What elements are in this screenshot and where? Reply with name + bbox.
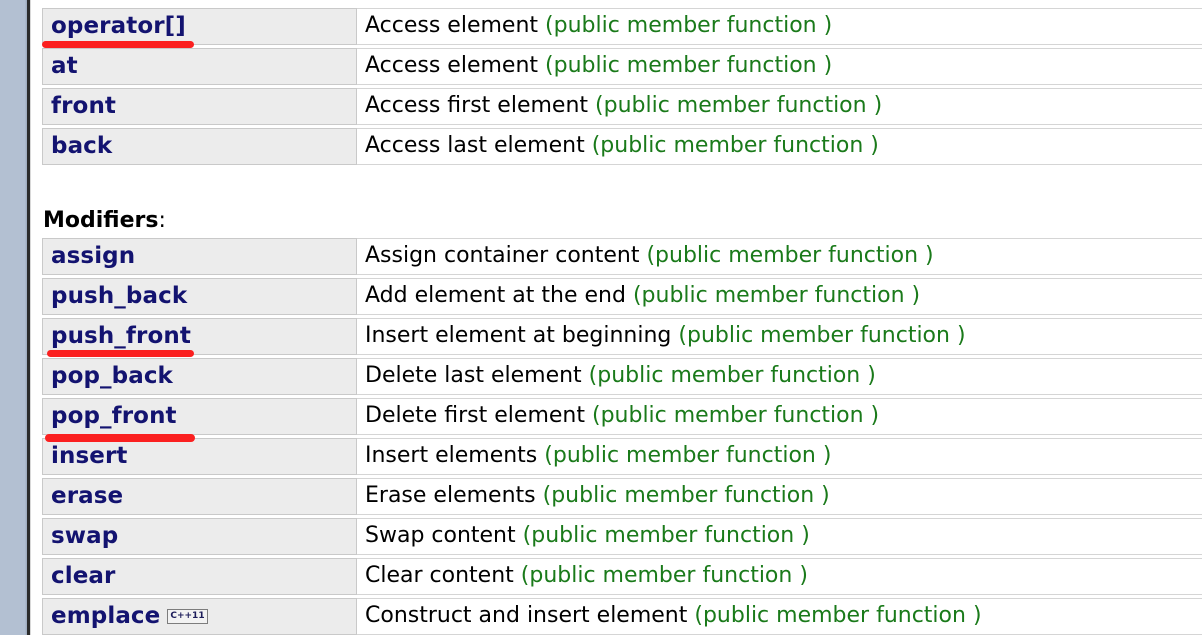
table-cell-name[interactable]: swap	[42, 518, 357, 555]
table-cell-name[interactable]: erase	[42, 478, 357, 515]
function-link[interactable]: push_front	[51, 324, 191, 348]
table-cell-name[interactable]: pop_front	[42, 398, 357, 435]
table-row[interactable]: assign Assign container content (public …	[42, 238, 1202, 275]
table-row[interactable]: pop_back Delete last element (public mem…	[42, 358, 1202, 395]
cpp11-badge: C++11	[167, 608, 208, 624]
table-cell-description: Insert element at beginning (public memb…	[357, 318, 1202, 355]
table-cell-description: Swap content (public member function )	[357, 518, 1202, 555]
table-row[interactable]: swap Swap content (public member functio…	[42, 518, 1202, 555]
function-link[interactable]: emplace	[51, 604, 160, 628]
table-cell-description: Delete first element (public member func…	[357, 398, 1202, 435]
description-text: Add element at the end	[365, 283, 626, 308]
table-cell-name[interactable]: at	[42, 48, 357, 85]
description-text: Insert elements	[365, 443, 538, 468]
description-text: Access element	[365, 53, 539, 78]
table-cell-description: Access element (public member function )	[357, 8, 1202, 45]
description-note: (public member function )	[646, 243, 934, 268]
description-text: Access element	[365, 13, 539, 38]
description-note: (public member function )	[591, 403, 880, 428]
table-cell-description: Access first element (public member func…	[357, 88, 1202, 125]
table-row[interactable]: emplace C++11 Construct and insert eleme…	[42, 598, 1202, 635]
table-cell-name[interactable]: pop_back	[42, 358, 357, 395]
description-text: Clear content	[365, 563, 514, 588]
table-row[interactable]: push_front Insert element at beginning (…	[42, 318, 1202, 355]
table-cell-description: Clear content (public member function )	[357, 558, 1202, 595]
red-underline-operator-index	[42, 41, 194, 48]
table-row[interactable]: push_back Add element at the end (public…	[42, 278, 1202, 315]
description-text: Delete last element	[365, 363, 582, 388]
section-heading-text: Modifiers	[43, 208, 159, 233]
table-cell-name[interactable]: back	[42, 128, 357, 165]
table-row[interactable]: insert Insert elements (public member fu…	[42, 438, 1202, 475]
description-text: Delete first element	[365, 403, 585, 428]
function-link[interactable]: erase	[51, 484, 123, 508]
table-row[interactable]: operator[] Access element (public member…	[42, 8, 1202, 45]
description-note: (public member function )	[542, 483, 830, 508]
description-note: (public member function )	[591, 133, 879, 158]
description-text: Access last element	[365, 133, 585, 158]
description-note: (public member function )	[520, 563, 808, 588]
description-note: (public member function )	[545, 53, 833, 78]
table-row[interactable]: erase Erase elements (public member func…	[42, 478, 1202, 515]
description-text: Insert element at beginning	[365, 323, 672, 348]
member-function-table-modifiers: assign Assign container content (public …	[42, 238, 1202, 635]
table-cell-name[interactable]: push_back	[42, 278, 357, 315]
table-cell-name[interactable]: front	[42, 88, 357, 125]
document-content: operator[] Access element (public member…	[31, 0, 1202, 635]
table-cell-description: Erase elements (public member function )	[357, 478, 1202, 515]
red-underline-push-front	[47, 350, 194, 357]
section-heading-colon: :	[158, 208, 166, 233]
description-note: (public member function )	[588, 363, 876, 388]
table-cell-description: Delete last element (public member funct…	[357, 358, 1202, 395]
function-link[interactable]: front	[51, 94, 116, 118]
function-link[interactable]: insert	[51, 444, 127, 468]
table-row[interactable]: at Access element (public member functio…	[42, 48, 1202, 85]
table-cell-name[interactable]: assign	[42, 238, 357, 275]
page-root: operator[] Access element (public member…	[0, 0, 1202, 635]
table-cell-description: Construct and insert element (public mem…	[357, 598, 1202, 635]
table-cell-description: Access last element (public member funct…	[357, 128, 1202, 165]
table-row[interactable]: front Access first element (public membe…	[42, 88, 1202, 125]
function-link[interactable]: pop_back	[51, 364, 173, 388]
description-note: (public member function )	[544, 443, 832, 468]
description-text: Assign container content	[365, 243, 640, 268]
table-row[interactable]: back Access last element (public member …	[42, 128, 1202, 165]
description-note: (public member function )	[595, 93, 883, 118]
description-note: (public member function )	[522, 523, 810, 548]
function-link[interactable]: at	[51, 54, 78, 78]
function-link[interactable]: swap	[51, 524, 118, 548]
table-row[interactable]: clear Clear content (public member funct…	[42, 558, 1202, 595]
function-link[interactable]: pop_front	[51, 404, 177, 428]
red-underline-pop-front	[45, 434, 195, 442]
section-heading-modifiers: Modifiers:	[43, 210, 166, 232]
function-link[interactable]: back	[51, 134, 112, 158]
table-cell-name[interactable]: clear	[42, 558, 357, 595]
function-link[interactable]: operator[]	[51, 14, 186, 38]
table-cell-description: Add element at the end (public member fu…	[357, 278, 1202, 315]
table-row[interactable]: pop_front Delete first element (public m…	[42, 398, 1202, 435]
description-text: Swap content	[365, 523, 516, 548]
description-note: (public member function )	[694, 603, 982, 628]
browser-left-gutter	[0, 0, 27, 635]
description-note: (public member function )	[545, 13, 833, 38]
member-function-table-element-access: operator[] Access element (public member…	[42, 8, 1202, 168]
description-text: Access first element	[365, 93, 589, 118]
description-note: (public member function )	[678, 323, 966, 348]
description-note: (public member function )	[632, 283, 921, 308]
function-link[interactable]: clear	[51, 564, 115, 588]
table-cell-name[interactable]: insert	[42, 438, 357, 475]
function-link[interactable]: assign	[51, 244, 135, 268]
description-text: Erase elements	[365, 483, 536, 508]
table-cell-name[interactable]: operator[]	[42, 8, 357, 45]
table-cell-description: Assign container content (public member …	[357, 238, 1202, 275]
description-text: Construct and insert element	[365, 603, 688, 628]
table-cell-description: Insert elements (public member function …	[357, 438, 1202, 475]
table-cell-description: Access element (public member function )	[357, 48, 1202, 85]
function-link[interactable]: push_back	[51, 284, 187, 308]
table-cell-name[interactable]: emplace C++11	[42, 598, 357, 635]
